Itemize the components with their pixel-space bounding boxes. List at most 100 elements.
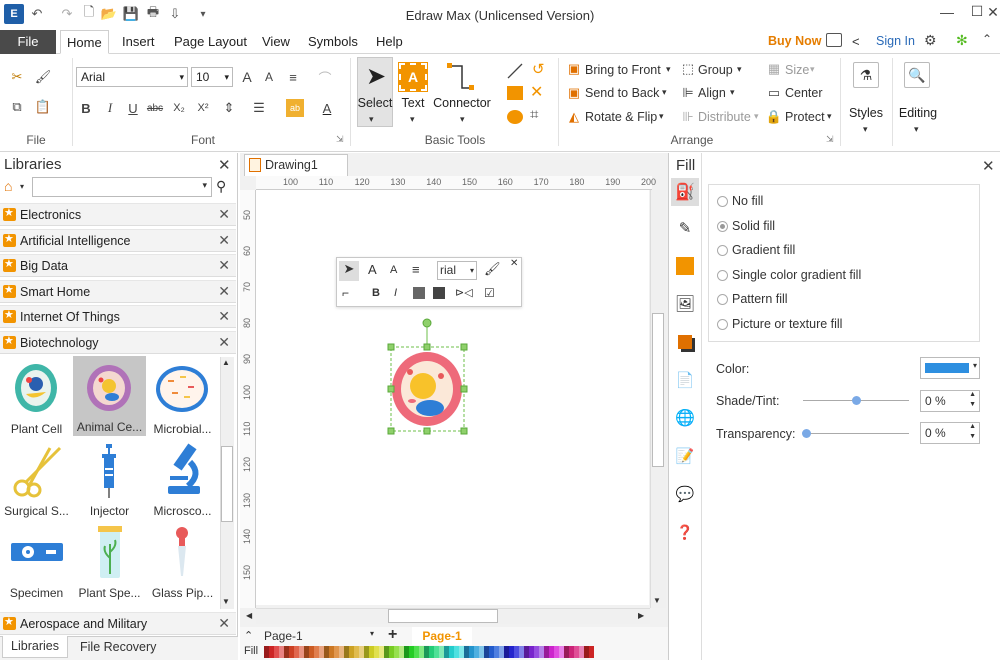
add-page-icon[interactable]: + <box>388 626 397 644</box>
crossing-tool-icon[interactable]: ✕ <box>530 82 543 102</box>
scroll-down-icon[interactable]: ▼ <box>222 597 230 606</box>
file-menu-button[interactable]: File <box>0 30 56 54</box>
flip-icon[interactable]: ⊳◁ <box>455 286 473 299</box>
text-direction-icon[interactable]: ⌒ <box>316 68 334 86</box>
styles-button[interactable]: Styles <box>844 106 888 120</box>
format-painter-icon[interactable]: 🖌 <box>34 68 52 86</box>
option-picture-fill[interactable]: Picture or texture fill <box>732 317 842 331</box>
shade-slider-thumb[interactable] <box>852 396 861 405</box>
italic-button[interactable]: I <box>101 99 119 117</box>
library-scroll-thumb[interactable] <box>221 446 233 522</box>
align-text-icon[interactable]: ≡ <box>284 68 302 86</box>
library-category-electronics[interactable]: Electronics ✕ <box>0 203 236 226</box>
shape-surgical-scissors[interactable]: Surgical S... <box>0 440 73 520</box>
option-solid-fill[interactable]: Solid fill <box>732 219 775 233</box>
document-tab[interactable]: Drawing1 <box>244 154 348 176</box>
line-spacing-icon[interactable]: ⇕ <box>220 99 238 117</box>
font-color-button[interactable]: A <box>318 99 336 117</box>
send-back-icon[interactable] <box>433 287 445 299</box>
ribbon-collapse-icon[interactable]: ⌃ <box>982 32 992 46</box>
tab-insert[interactable]: Insert <box>116 30 161 54</box>
tab-page-layout[interactable]: Page Layout <box>168 30 253 54</box>
group-button[interactable]: Group <box>698 63 733 77</box>
connector-tool-label[interactable]: Connector <box>432 96 492 110</box>
arc-tool-icon[interactable]: ↺ <box>532 60 545 78</box>
radio-pattern-fill[interactable] <box>717 294 728 305</box>
close-category-icon[interactable]: ✕ <box>218 232 230 249</box>
scroll-down-icon[interactable]: ▼ <box>653 596 661 605</box>
editing-button[interactable]: Editing <box>894 106 942 120</box>
close-category-icon[interactable]: ✕ <box>218 334 230 351</box>
bold-icon[interactable]: B <box>372 287 380 299</box>
font-size-select[interactable]: 10 ▾ <box>191 67 233 87</box>
option-pattern-fill[interactable]: Pattern fill <box>732 292 788 306</box>
format-painter-icon[interactable]: 🖌 <box>484 261 501 277</box>
tab-view[interactable]: View <box>256 30 296 54</box>
bullets-icon[interactable]: ☰ <box>250 99 268 117</box>
dialog-launcher-icon[interactable]: ⇲ <box>826 134 834 145</box>
copy-icon[interactable]: ⧉ <box>8 98 26 116</box>
radio-gradient-fill[interactable] <box>717 245 728 256</box>
radio-picture-fill[interactable] <box>717 319 728 330</box>
ellipse-tool-icon[interactable] <box>507 110 523 124</box>
buy-now-link[interactable]: Buy Now <box>768 34 821 48</box>
italic-icon[interactable]: I <box>394 287 397 299</box>
transparency-input[interactable]: 0 % ▲ ▼ <box>920 422 980 444</box>
shape-microscope[interactable]: Microsco... <box>146 440 219 520</box>
spinner-arrows-icon[interactable]: ▲ ▼ <box>969 422 976 442</box>
grow-font-icon[interactable]: A <box>238 68 256 86</box>
shape-specimen[interactable]: Specimen <box>0 522 73 602</box>
radio-no-fill[interactable] <box>717 196 728 207</box>
scroll-left-icon[interactable]: ◀ <box>246 611 252 620</box>
tab-help[interactable]: Help <box>370 30 409 54</box>
search-icon[interactable]: 🔍 <box>904 62 930 88</box>
center-button[interactable]: Center <box>785 86 823 100</box>
layers-icon[interactable] <box>673 330 697 354</box>
collapse-up-icon[interactable]: ⌃ <box>244 629 253 642</box>
line-tool-icon[interactable] <box>506 62 524 80</box>
underline-button[interactable]: U <box>124 99 142 117</box>
align-button[interactable]: Align <box>698 86 726 100</box>
shape-plant-specimen[interactable]: Plant Spe... <box>73 522 146 602</box>
dialog-launcher-icon[interactable]: ⇲ <box>336 134 344 145</box>
subscript-button[interactable]: X₂ <box>170 99 188 117</box>
library-category-big-data[interactable]: Big Data ✕ <box>0 254 236 277</box>
transparency-slider-track[interactable] <box>803 433 909 434</box>
close-category-icon[interactable]: ✕ <box>218 283 230 300</box>
library-category-smart-home[interactable]: Smart Home ✕ <box>0 280 236 303</box>
pointer-icon[interactable]: ➤ <box>339 261 359 281</box>
minimize-icon[interactable]: — <box>934 4 960 24</box>
page-tab[interactable]: Page-1 <box>412 627 472 645</box>
shrink-font-icon[interactable]: A <box>260 68 278 86</box>
library-search-input[interactable]: ▾ <box>32 177 212 197</box>
comment-icon[interactable]: 💬 <box>673 482 697 506</box>
hyperlink-globe-icon[interactable]: 🌐 <box>673 406 697 430</box>
close-category-icon[interactable]: ✕ <box>218 206 230 223</box>
share-icon[interactable]: < <box>852 34 860 49</box>
fill-bucket-icon[interactable]: ⛽ <box>673 180 697 204</box>
tab-symbols[interactable]: Symbols <box>302 30 364 54</box>
page-select[interactable]: Page-1 ▾ <box>264 629 376 645</box>
transparency-slider-thumb[interactable] <box>802 429 811 438</box>
shade-tint-input[interactable]: 0 % ▲ ▼ <box>920 390 980 412</box>
library-category-aerospace[interactable]: Aerospace and Military ✕ <box>0 612 236 635</box>
bring-to-front-button[interactable]: Bring to Front <box>585 63 661 77</box>
animal-cell-shape[interactable] <box>386 316 470 436</box>
strikethrough-button[interactable]: abc <box>146 99 164 117</box>
account-icon[interactable] <box>826 33 842 47</box>
bold-button[interactable]: B <box>77 99 95 117</box>
shadow-icon[interactable] <box>673 254 697 278</box>
radio-single-color-gradient[interactable] <box>717 270 728 281</box>
shrink-font-icon[interactable]: A <box>390 264 397 276</box>
align-text-icon[interactable]: ≡ <box>412 262 420 277</box>
close-window-icon[interactable]: ✕ <box>986 4 1000 24</box>
tab-home[interactable]: Home <box>60 30 109 54</box>
option-gradient-fill[interactable]: Gradient fill <box>732 243 795 257</box>
size-button[interactable]: Size <box>785 63 809 77</box>
distribute-button[interactable]: Distribute <box>698 110 751 124</box>
canvas-hscroll-thumb[interactable] <box>388 609 498 623</box>
text-highlight-icon[interactable]: ab <box>286 99 304 117</box>
send-to-back-button[interactable]: Send to Back <box>585 86 659 100</box>
shape-animal-cell[interactable]: Animal Ce... <box>73 356 146 436</box>
option-no-fill[interactable]: No fill <box>732 194 763 208</box>
